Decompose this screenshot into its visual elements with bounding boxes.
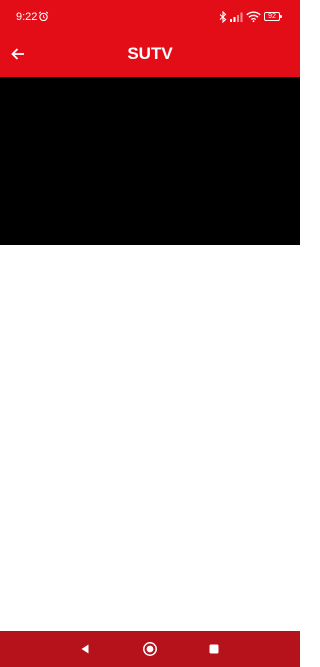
nav-recents-icon	[209, 644, 219, 654]
bluetooth-icon	[219, 11, 227, 23]
app-bar: SUTV	[0, 32, 300, 77]
nav-home-icon	[143, 642, 157, 656]
wifi-icon	[246, 11, 261, 22]
video-player[interactable]	[0, 77, 300, 245]
nav-home-button[interactable]	[140, 639, 160, 659]
back-button[interactable]	[4, 40, 32, 68]
content-area	[0, 245, 300, 631]
page-title: SUTV	[127, 44, 173, 63]
signal-icon	[230, 12, 243, 22]
status-time: 9:22	[16, 11, 38, 23]
nav-back-button[interactable]	[75, 639, 95, 659]
battery-icon: 92	[264, 12, 282, 21]
nav-recents-button[interactable]	[204, 639, 224, 659]
alarm-icon	[38, 11, 49, 22]
nav-back-icon	[81, 644, 89, 654]
battery-level: 92	[268, 13, 276, 20]
status-bar: 9:22 92	[0, 0, 300, 32]
system-nav-bar	[0, 631, 300, 667]
arrow-left-icon	[11, 48, 24, 60]
